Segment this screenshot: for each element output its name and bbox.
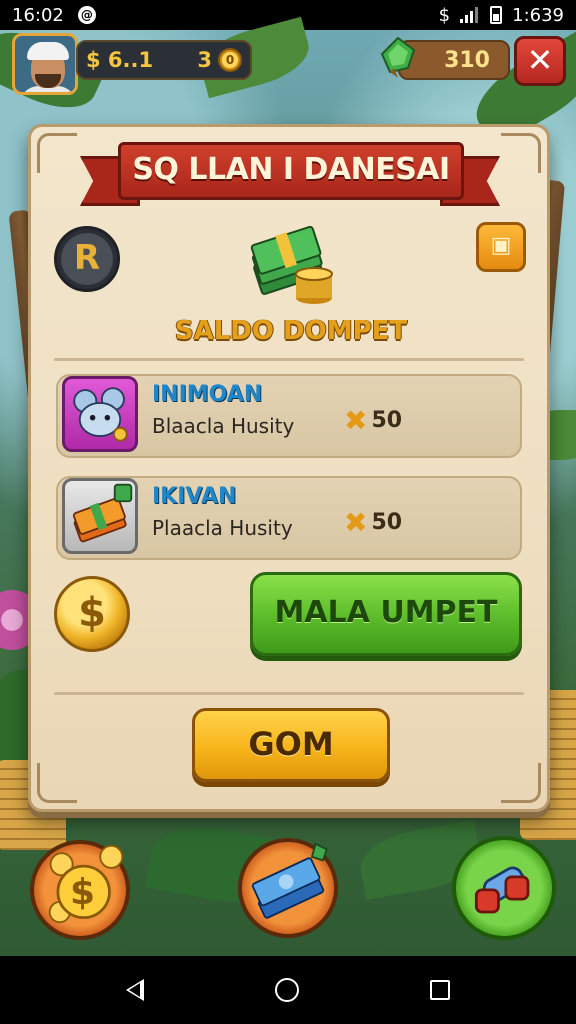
item-cost: ✖ 50: [344, 505, 403, 539]
status-time: 16:02: [12, 4, 64, 26]
dollar-notification-icon: $: [438, 4, 451, 26]
coins-count: 3: [197, 48, 212, 72]
banknote-stack-icon: [251, 842, 328, 919]
cash-bundle-icon: [62, 478, 138, 554]
dialog-title: SQ LLAN I DANESAI: [118, 142, 464, 200]
pipe-tool-icon: [474, 866, 530, 914]
primary-action-button[interactable]: MALA UMPET: [250, 572, 522, 656]
list-item[interactable]: INIMOAN Blaacla Husity ✖ 50: [56, 374, 522, 458]
corner-ornament: [501, 763, 541, 803]
item-subtitle: Plaacla Husity: [152, 516, 293, 540]
corner-ornament: [37, 763, 77, 803]
recent-apps-icon[interactable]: [430, 980, 451, 1000]
battery-icon: [490, 6, 503, 24]
close-button[interactable]: ✕: [514, 36, 566, 86]
cash-stack-icon: [250, 225, 333, 304]
coins-glyph: $: [70, 872, 96, 913]
item-cost-value: 50: [371, 510, 403, 535]
divider: [54, 358, 524, 361]
tools-button[interactable]: [452, 836, 556, 940]
item-subtitle: Blaacla Husity: [152, 414, 295, 438]
list-item[interactable]: IKIVAN Plaacla Husity ✖ 50: [56, 476, 522, 560]
coins-shop-button[interactable]: $: [30, 840, 130, 940]
ticket-icon[interactable]: ▣: [476, 222, 526, 272]
wallet-balance-label: SALDO DOMPET: [174, 316, 408, 346]
cash-shop-button[interactable]: [238, 838, 338, 938]
status-clock: 1:639: [512, 4, 564, 26]
corner-ornament: [501, 133, 541, 173]
cross-icon: ✖: [344, 505, 368, 539]
signal-icon: [460, 7, 480, 23]
divider: [54, 692, 524, 695]
money-counter[interactable]: $ 6..1 3 0: [76, 40, 252, 80]
mouse-character-icon: [62, 376, 138, 452]
dollar-coin-icon: $: [54, 576, 130, 652]
money-value: $ 6..1: [86, 48, 154, 72]
item-cost-value: 50: [371, 408, 403, 433]
secondary-action-button[interactable]: GOM: [192, 708, 390, 782]
system-nav-bar: [0, 956, 576, 1024]
item-cost: ✖ 50: [344, 403, 403, 437]
home-icon[interactable]: [274, 978, 299, 1002]
corner-ornament: [37, 133, 77, 173]
back-icon[interactable]: [125, 979, 144, 1001]
player-avatar[interactable]: [12, 33, 78, 95]
item-name: IKIVAN: [152, 484, 237, 509]
item-name: INIMOAN: [152, 382, 263, 407]
gold-coin-icon: 0: [218, 48, 242, 72]
avatar-cap: [27, 42, 69, 60]
green-gem-icon: [380, 36, 416, 78]
cross-icon: ✖: [344, 403, 368, 437]
notification-icon: @: [77, 6, 96, 24]
gems-count: 310: [444, 47, 490, 73]
currency-badge-icon[interactable]: R: [54, 226, 120, 292]
